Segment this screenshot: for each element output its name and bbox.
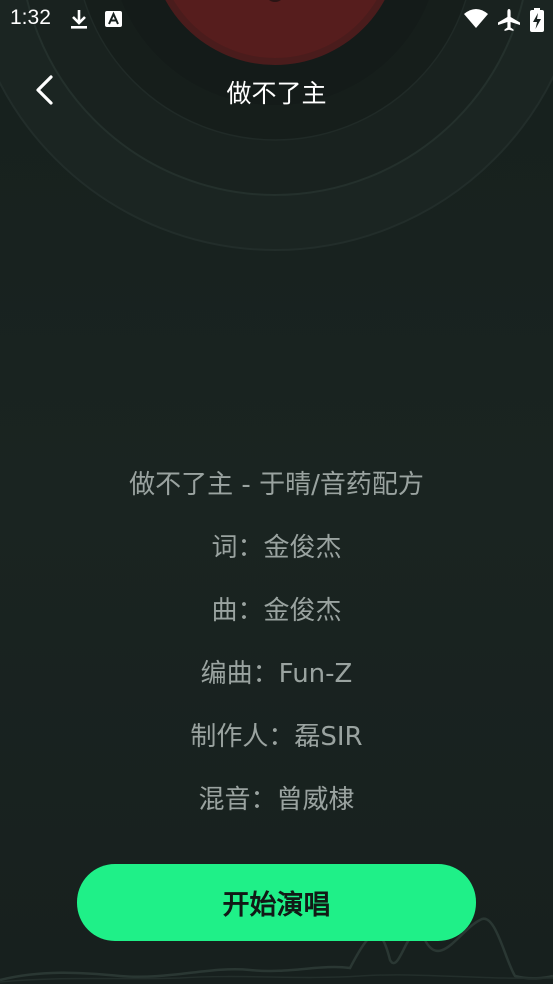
status-bar: 1:32 xyxy=(0,0,553,38)
a-box-icon xyxy=(104,8,124,34)
song-credits: 做不了主 - 于晴/音药配方 词：金俊杰 曲：金俊杰 编曲：Fun-Z 制作人：… xyxy=(0,463,553,841)
page-title: 做不了主 xyxy=(226,79,327,108)
arranger-line: 编曲：Fun-Z xyxy=(200,659,353,689)
composer-line: 曲：金俊杰 xyxy=(211,596,342,626)
battery-charging-icon xyxy=(530,8,544,36)
song-title-artist-line: 做不了主 - 于晴/音药配方 xyxy=(129,470,424,500)
wifi-icon xyxy=(463,8,489,34)
status-time: 1:32 xyxy=(10,6,51,29)
producer-line: 制作人：磊SIR xyxy=(190,722,363,752)
vinyl-record-decoration xyxy=(0,0,553,251)
airplane-icon xyxy=(497,8,521,36)
navigation-bar: 做不了主 xyxy=(0,60,553,120)
start-singing-button[interactable]: 开始演唱 xyxy=(77,864,476,941)
lyricist-line: 词：金俊杰 xyxy=(211,533,342,563)
download-icon xyxy=(68,8,90,34)
mixing-line: 混音：曾威棣 xyxy=(198,785,355,815)
